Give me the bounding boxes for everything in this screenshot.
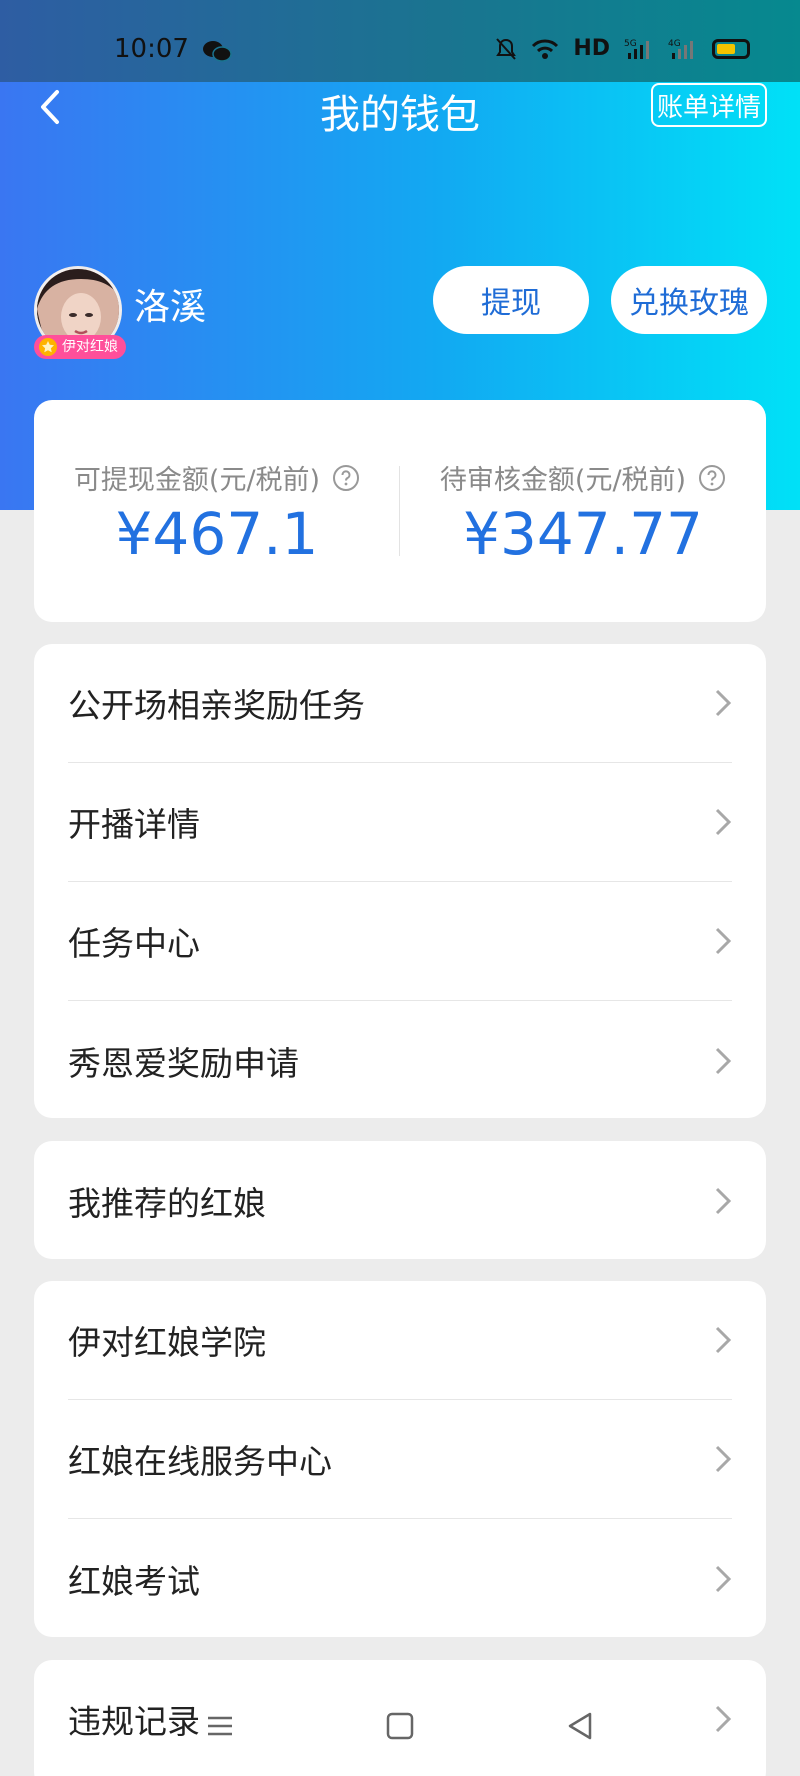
menu-item-task-center[interactable]: 任务中心	[68, 882, 732, 1001]
svg-text:5G: 5G	[624, 39, 637, 49]
pending-value: ¥347.77	[463, 500, 703, 568]
menu-group-referrals: 我推荐的红娘	[34, 1141, 766, 1259]
signal-4g-icon: 4G	[668, 39, 693, 59]
balance-card: 可提现金额(元/税前) ¥467.1 待审核金额(元/税前) ¥347.77	[34, 400, 766, 622]
withdrawable-value: ¥467.1	[115, 500, 319, 568]
menu-group-tasks: 公开场相亲奖励任务 开播详情 任务中心 秀恩爱奖励申请	[34, 644, 766, 1118]
menu-item-love-reward-application[interactable]: 秀恩爱奖励申请	[68, 1001, 732, 1120]
signal-5g-icon: 5G	[624, 39, 649, 59]
menu-item-online-service-center[interactable]: 红娘在线服务中心	[68, 1400, 732, 1519]
status-time: 10:07	[114, 34, 189, 64]
status-bar: 10:07 HD 5G 4G	[0, 0, 800, 82]
chevron-right-icon	[715, 689, 732, 717]
menu-item-public-matchmaking-reward[interactable]: 公开场相亲奖励任务	[68, 644, 732, 763]
help-icon[interactable]	[332, 464, 360, 492]
bill-details-button[interactable]: 账单详情	[651, 83, 767, 127]
withdraw-button[interactable]: 提现	[433, 266, 589, 334]
chevron-right-icon	[715, 1326, 732, 1354]
pending-label: 待审核金额(元/税前)	[439, 465, 687, 496]
star-icon	[39, 338, 57, 356]
exchange-roses-button[interactable]: 兑换玫瑰	[611, 266, 767, 334]
username: 洛溪	[134, 287, 207, 328]
wifi-icon	[532, 39, 559, 59]
network-label: HD	[573, 36, 610, 61]
chevron-right-icon	[715, 808, 732, 836]
chevron-right-icon	[715, 1445, 732, 1473]
chevron-right-icon	[715, 1187, 732, 1214]
withdrawable-section: 可提现金额(元/税前) ¥467.1	[34, 400, 400, 622]
menu-nav-icon[interactable]	[200, 1706, 240, 1746]
withdrawable-label: 可提现金额(元/税前)	[73, 465, 321, 496]
menu-item-my-referred-matchmakers[interactable]: 我推荐的红娘	[68, 1141, 732, 1260]
badge-label: 伊对红娘	[62, 339, 118, 355]
help-icon[interactable]	[698, 464, 726, 492]
menu-item-matchmaker-exam[interactable]: 红娘考试	[68, 1519, 732, 1638]
menu-item-matchmaker-academy[interactable]: 伊对红娘学院	[68, 1281, 732, 1400]
back-nav-icon[interactable]	[560, 1706, 600, 1746]
chevron-right-icon	[715, 1705, 732, 1733]
chevron-right-icon	[715, 1565, 732, 1592]
menu-item-broadcast-details[interactable]: 开播详情	[68, 763, 732, 882]
chevron-right-icon	[715, 927, 732, 955]
menu-group-academy: 伊对红娘学院 红娘在线服务中心 红娘考试	[34, 1281, 766, 1637]
svg-text:4G: 4G	[668, 39, 681, 49]
battery-icon	[712, 38, 750, 59]
status-icons: HD 5G 4G	[495, 36, 750, 61]
mute-icon	[496, 37, 517, 60]
home-nav-icon[interactable]	[380, 1706, 420, 1746]
matchmaker-badge: 伊对红娘	[34, 335, 126, 359]
pending-section: 待审核金额(元/税前) ¥347.77	[400, 400, 766, 622]
chevron-right-icon	[715, 1047, 732, 1074]
wechat-icon	[203, 41, 232, 62]
